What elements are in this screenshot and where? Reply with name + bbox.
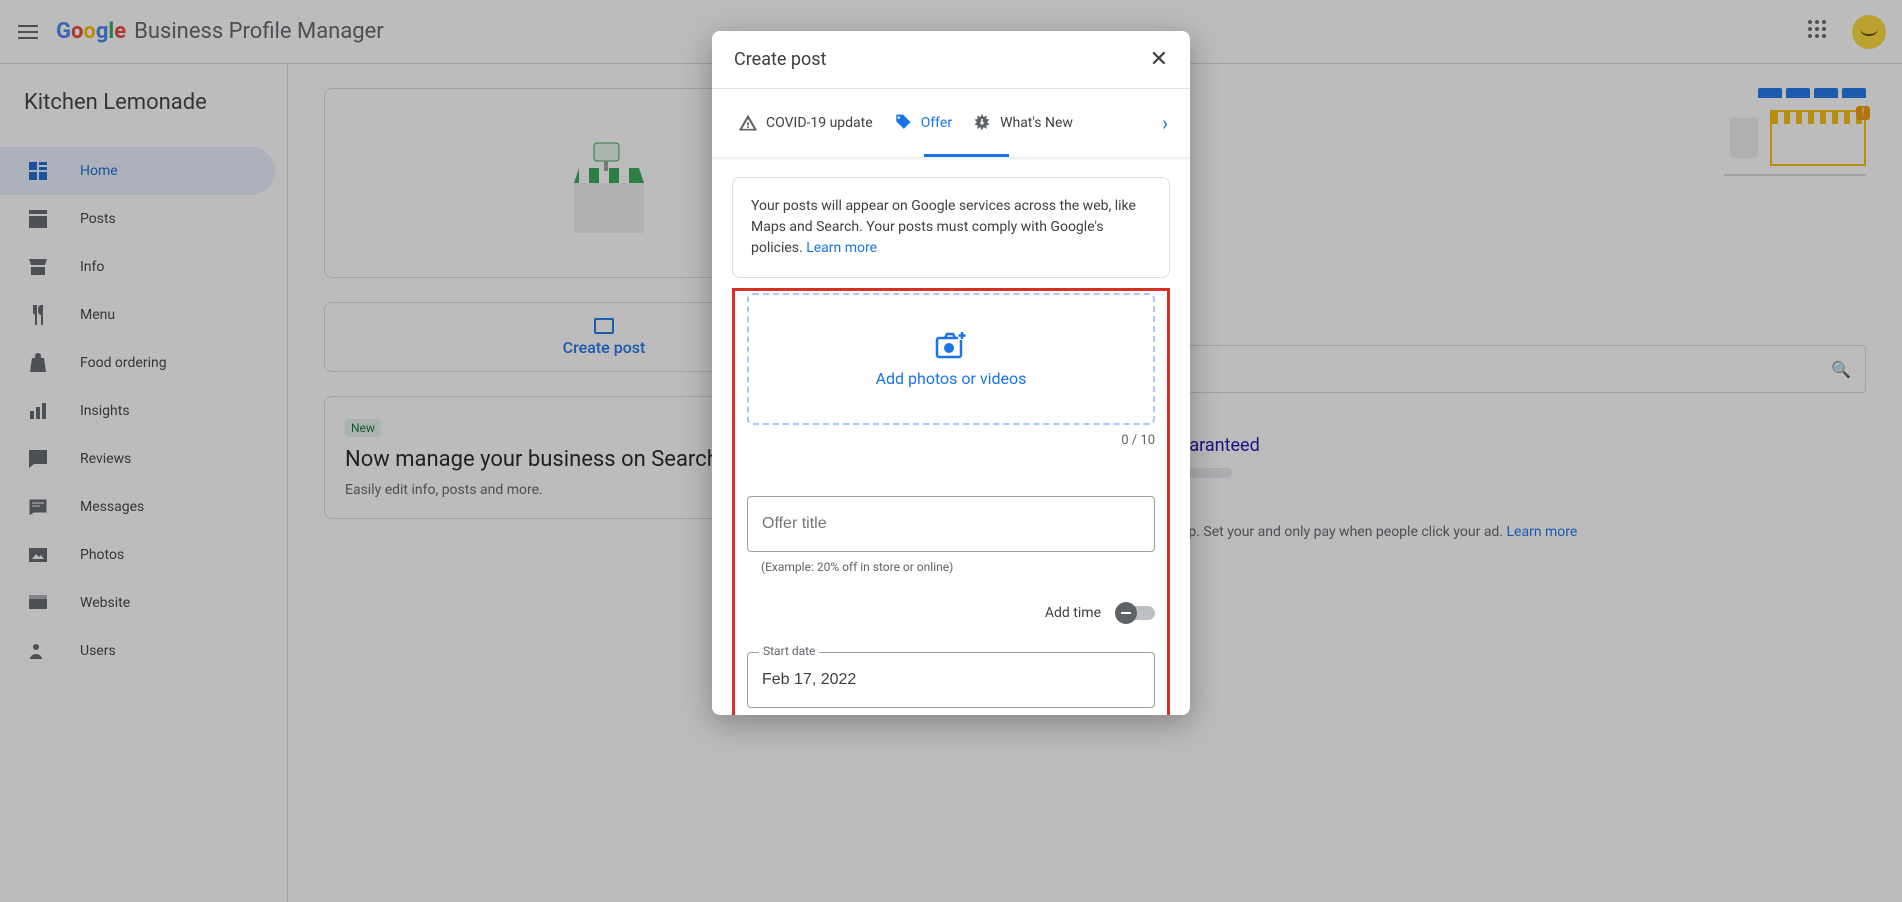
tab-whats-new[interactable]: What's New — [962, 89, 1083, 157]
modal-title: Create post — [734, 49, 826, 70]
tab-label: Offer — [921, 115, 952, 131]
camera-plus-icon — [935, 331, 967, 359]
upload-zone[interactable]: Add photos or videos — [747, 293, 1155, 425]
burst-icon — [972, 113, 992, 133]
active-tab-indicator — [924, 154, 1009, 157]
modal-body[interactable]: Your posts will appear on Google service… — [712, 157, 1190, 715]
offer-title-input[interactable] — [747, 496, 1155, 552]
create-post-modal: Create post ✕ COVID-19 update Offer What… — [712, 31, 1190, 715]
info-card: Your posts will appear on Google service… — [732, 177, 1170, 278]
offer-title-example: (Example: 20% off in store or online) — [747, 560, 1155, 574]
tab-covid[interactable]: COVID-19 update — [728, 89, 883, 157]
close-icon[interactable]: ✕ — [1150, 47, 1168, 72]
modal-header: Create post ✕ — [712, 31, 1190, 89]
photo-counter: 0 / 10 — [747, 433, 1155, 448]
info-learn-more-link[interactable]: Learn more — [806, 240, 877, 256]
highlighted-region: Add photos or videos 0 / 10 (Example: 20… — [732, 288, 1170, 715]
tab-offer[interactable]: Offer — [883, 89, 962, 157]
tabs-next-button[interactable]: › — [1156, 111, 1174, 135]
warning-icon — [738, 113, 758, 133]
add-time-label: Add time — [1045, 605, 1101, 621]
modal-tabs: COVID-19 update Offer What's New › — [712, 89, 1190, 157]
tab-label: COVID-19 update — [766, 115, 873, 131]
start-date-label: Start date — [759, 644, 819, 658]
add-time-row: Add time — [747, 602, 1155, 624]
upload-label: Add photos or videos — [876, 369, 1027, 388]
tag-icon — [893, 113, 913, 133]
tab-label: What's New — [1000, 115, 1073, 131]
start-date-input[interactable] — [747, 652, 1155, 708]
add-time-toggle[interactable] — [1115, 602, 1155, 624]
